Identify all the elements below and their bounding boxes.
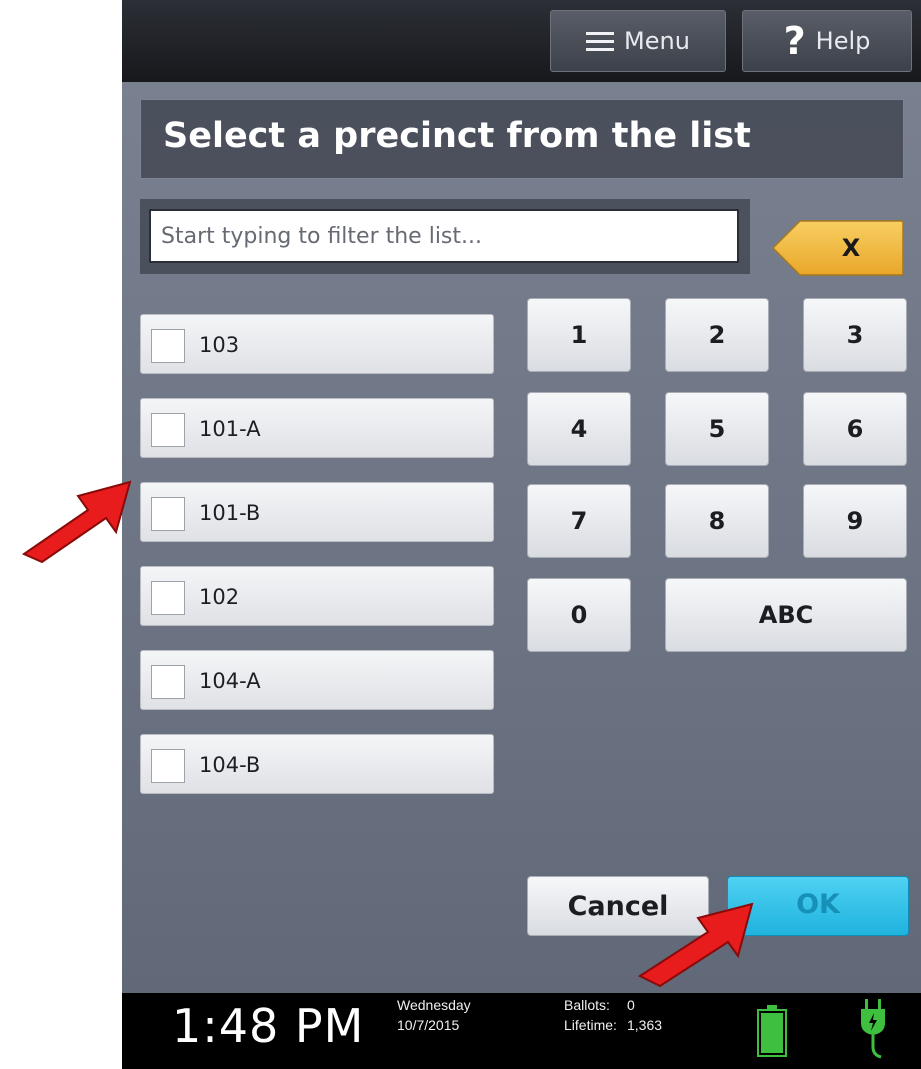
power-plug-icon xyxy=(861,999,885,1059)
precinct-item-101-b[interactable]: 101-B xyxy=(140,482,494,542)
title-bar: Select a precinct from the list xyxy=(140,99,904,179)
status-bar: 1:48 PM Wednesday 10/7/2015 Ballots: 0 L… xyxy=(122,993,921,1069)
clock: 1:48 PM xyxy=(172,999,365,1053)
precinct-checkbox[interactable] xyxy=(151,413,185,447)
filter-input[interactable] xyxy=(149,209,739,263)
precinct-checkbox[interactable] xyxy=(151,665,185,699)
precinct-item-104-b[interactable]: 104-B xyxy=(140,734,494,794)
help-button[interactable]: ? Help xyxy=(742,10,912,72)
top-bar: Menu ? Help xyxy=(122,0,921,82)
keypad-key-3[interactable]: 3 xyxy=(803,298,907,372)
precinct-label: 101-B xyxy=(199,501,261,525)
keypad-key-1[interactable]: 1 xyxy=(527,298,631,372)
keypad-key-8[interactable]: 8 xyxy=(665,484,769,558)
menu-button-label: Menu xyxy=(624,27,690,55)
question-mark-icon: ? xyxy=(783,19,806,63)
precinct-item-101-a[interactable]: 101-A xyxy=(140,398,494,458)
page-title: Select a precinct from the list xyxy=(163,116,751,156)
clear-filter-button[interactable]: X xyxy=(772,220,904,276)
keypad-key-4[interactable]: 4 xyxy=(527,392,631,466)
lifetime-count: 1,363 xyxy=(627,1017,663,1033)
precinct-label: 102 xyxy=(199,585,240,609)
precinct-checkbox[interactable] xyxy=(151,497,185,531)
ballots-label: Ballots: xyxy=(564,997,610,1013)
precinct-label: 104-B xyxy=(199,753,261,777)
annotation-arrow-icon xyxy=(21,480,132,564)
lifetime-label: Lifetime: xyxy=(564,1017,617,1033)
precinct-label: 101-A xyxy=(199,417,261,441)
keypad-key-0[interactable]: 0 xyxy=(527,578,631,652)
precinct-label: 104-A xyxy=(199,669,261,693)
annotation-arrow-icon xyxy=(637,902,754,988)
battery-icon xyxy=(757,1005,787,1057)
precinct-item-104-a[interactable]: 104-A xyxy=(140,650,494,710)
help-button-label: Help xyxy=(815,27,871,55)
menu-button[interactable]: Menu xyxy=(550,10,726,72)
precinct-checkbox[interactable] xyxy=(151,581,185,615)
date-text: 10/7/2015 xyxy=(397,1017,460,1033)
precinct-checkbox[interactable] xyxy=(151,749,185,783)
keypad-key-6[interactable]: 6 xyxy=(803,392,907,466)
keypad-key-7[interactable]: 7 xyxy=(527,484,631,558)
keypad-key-9[interactable]: 9 xyxy=(803,484,907,558)
filter-bar xyxy=(140,199,750,274)
keypad-key-5[interactable]: 5 xyxy=(665,392,769,466)
precinct-item-103[interactable]: 103 xyxy=(140,314,494,374)
keypad-key-2[interactable]: 2 xyxy=(665,298,769,372)
precinct-label: 103 xyxy=(199,333,240,357)
keypad-key-abc[interactable]: ABC xyxy=(665,578,907,652)
precinct-item-102[interactable]: 102 xyxy=(140,566,494,626)
precinct-checkbox[interactable] xyxy=(151,329,185,363)
hamburger-icon xyxy=(586,31,615,51)
clear-button-label: X xyxy=(841,234,861,262)
weekday-text: Wednesday xyxy=(397,997,471,1013)
voting-screen: Menu ? Help Select a precinct from the l… xyxy=(122,0,921,1069)
